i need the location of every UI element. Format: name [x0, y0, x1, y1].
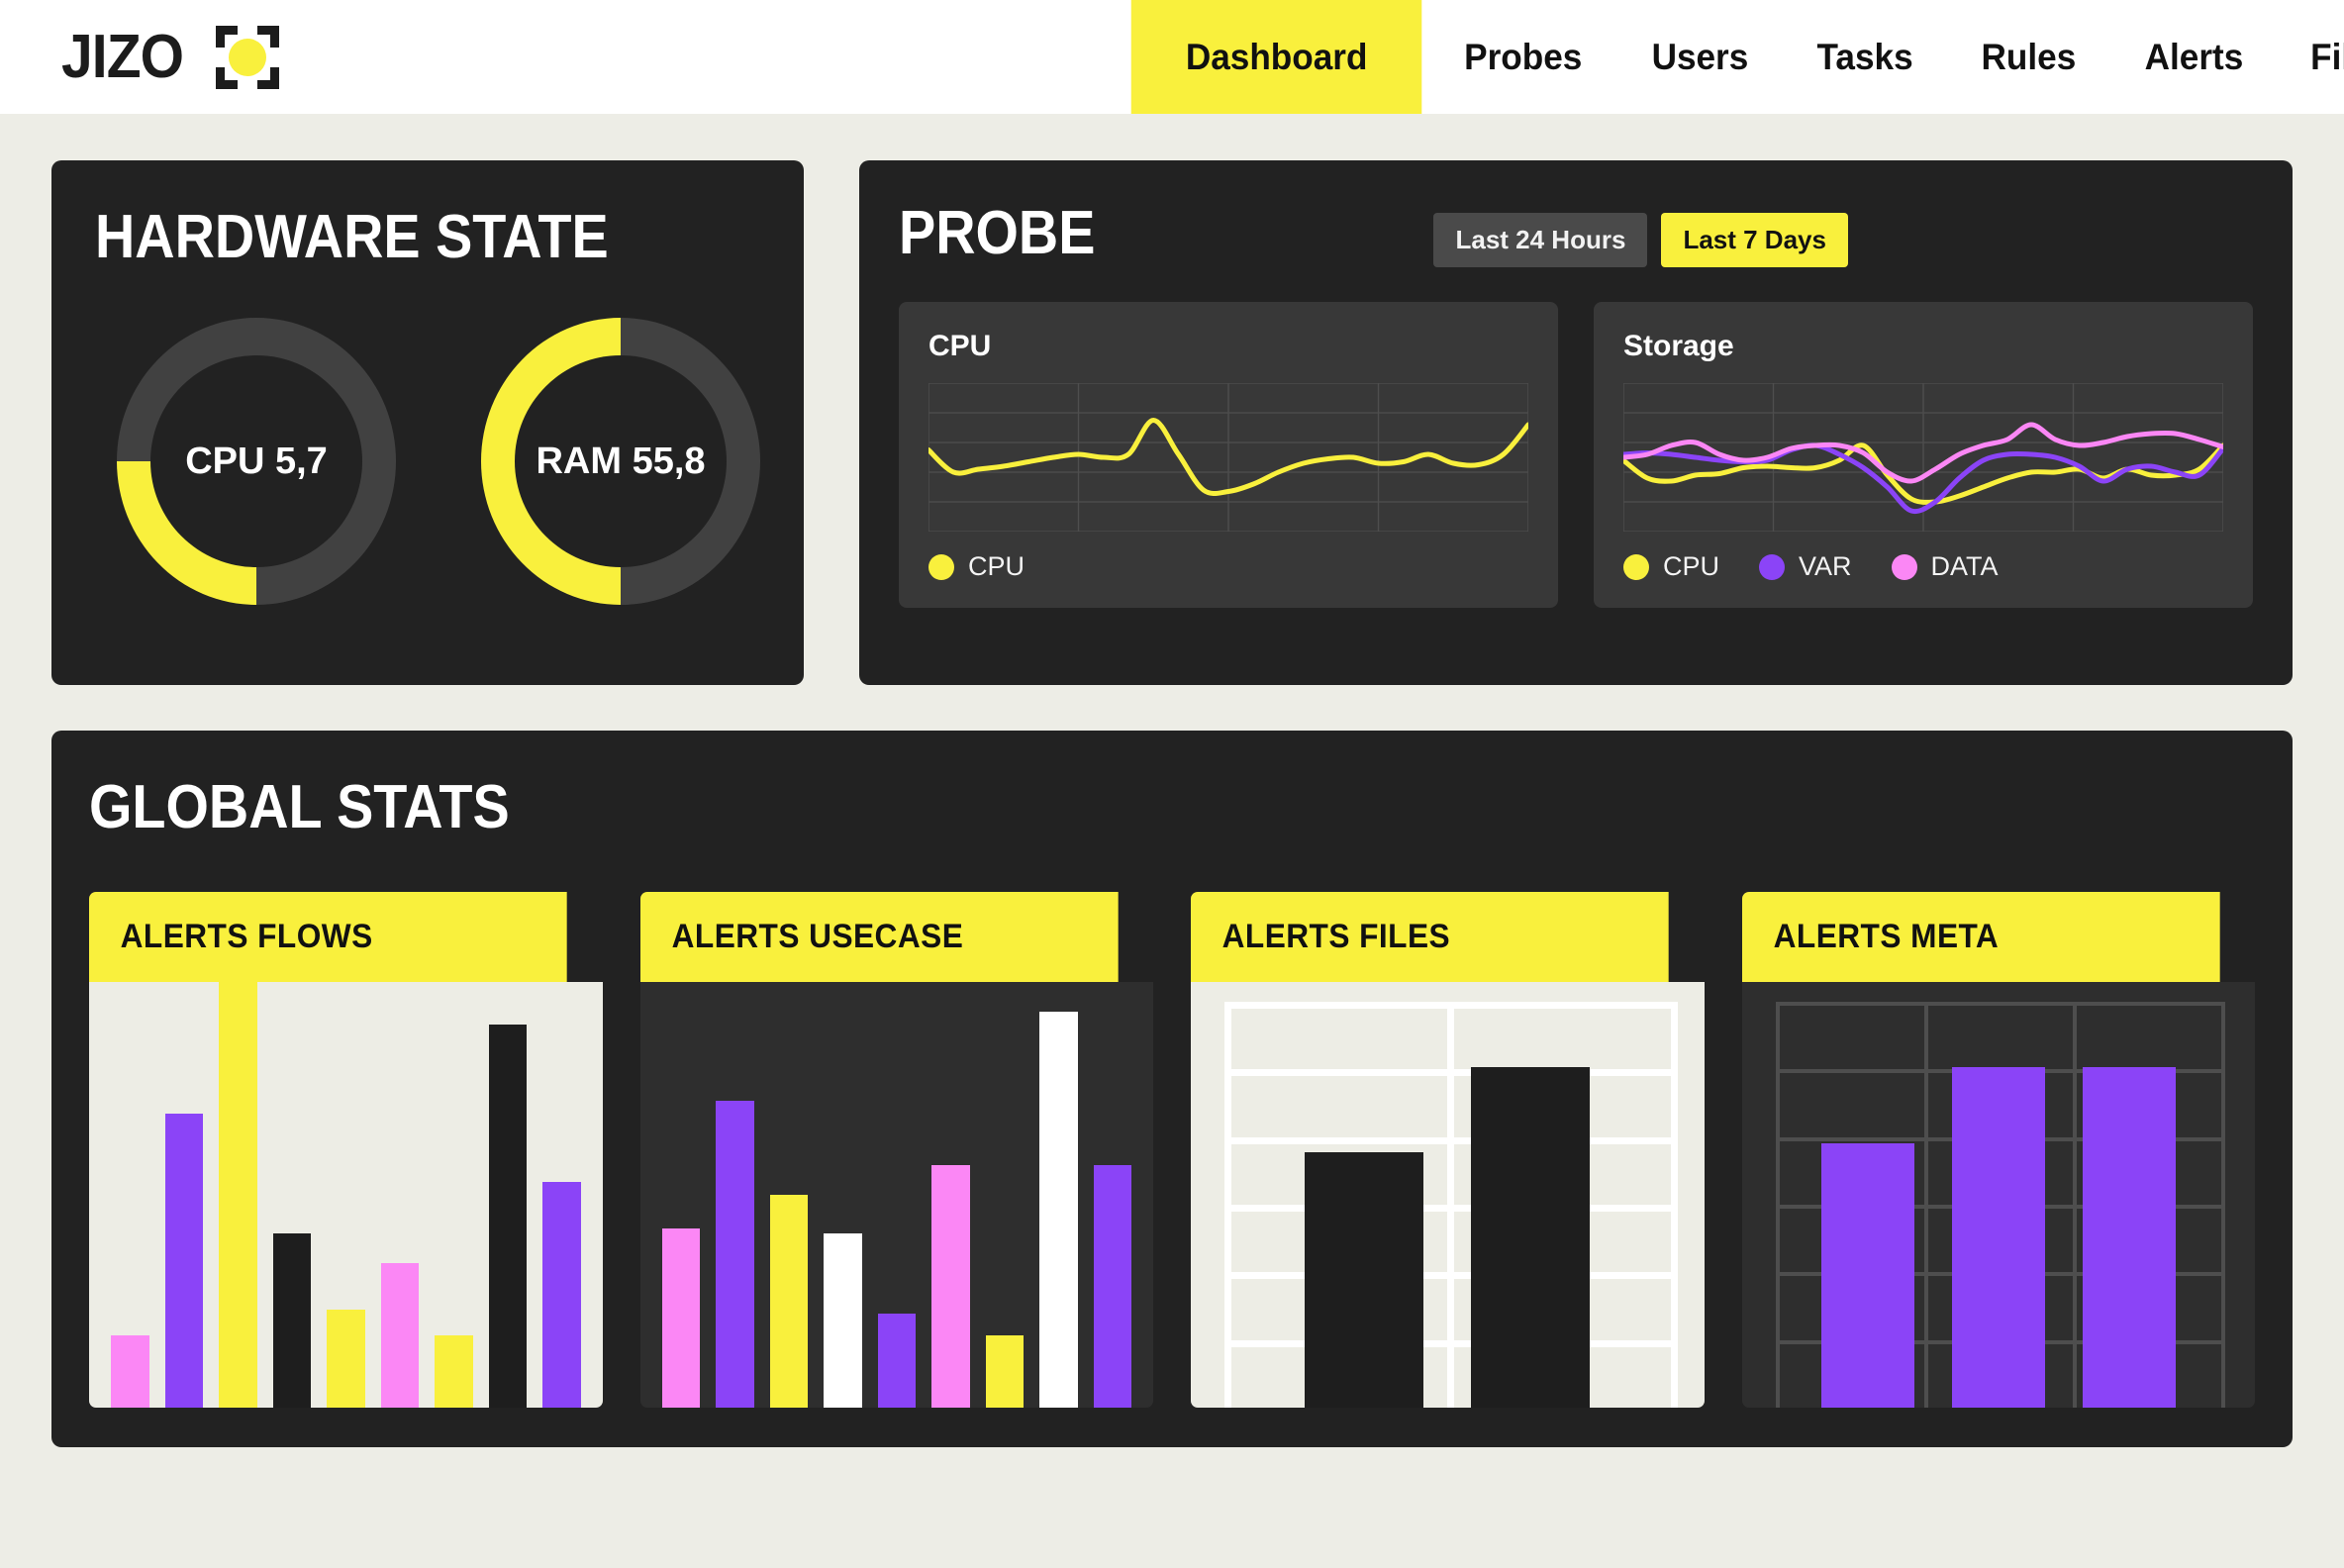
brand-logo[interactable]: JIZO [0, 22, 279, 92]
bar [219, 982, 257, 1408]
nav-item-alerts[interactable]: Alerts [2114, 0, 2273, 114]
storage-line-plot [1623, 383, 2223, 532]
top-navigation-bar: JIZO Dashboard Probes Users Tasks Rules … [0, 0, 2344, 114]
legend-label-var: VAR [1799, 551, 1852, 581]
alerts-meta-card[interactable]: ALERTS META [1741, 892, 2256, 1408]
nav-item-dashboard[interactable]: Dashboard [1130, 0, 1422, 114]
range-button-last-7-days[interactable]: Last 7 Days [1661, 213, 1848, 267]
probe-charts: CPU CPU Storage CPU VAR DATA [899, 302, 2253, 608]
cpu-chart-legend: CPU [928, 551, 1528, 582]
cpu-gauge-label: CPU 5,7 [185, 440, 328, 482]
bar-group [89, 982, 603, 1408]
gauge-group: CPU 5,7 RAM 55,8 [95, 318, 760, 605]
alerts-usecase-chart [639, 982, 1154, 1408]
bar [1305, 1152, 1424, 1408]
legend-dot-data-icon [1891, 553, 1917, 580]
bar [824, 1232, 862, 1408]
hardware-state-title: HARDWARE STATE [95, 203, 609, 271]
alerts-usecase-card-title: ALERTS USECASE [639, 892, 1118, 982]
nav-item-rules[interactable]: Rules [1951, 0, 2106, 114]
bar [2082, 1067, 2176, 1408]
legend-item-var[interactable]: VAR [1759, 551, 1852, 582]
alerts-flows-card[interactable]: ALERTS FLOWS [89, 892, 603, 1408]
nav-item-probes[interactable]: Probes [1434, 0, 1612, 114]
alerts-files-card-title: ALERTS FILES [1191, 892, 1669, 982]
probe-title: PROBE [899, 199, 1096, 267]
nav-item-files[interactable]: Files [2281, 0, 2344, 114]
bar [327, 1310, 365, 1408]
bar [985, 1334, 1024, 1408]
bar [1820, 1143, 1914, 1408]
alerts-files-card[interactable]: ALERTS FILES [1191, 892, 1705, 1408]
probe-panel: PROBE Last 24 Hours Last 7 Days CPU CPU [859, 160, 2293, 685]
bar-group [1191, 982, 1705, 1408]
bar [435, 1334, 473, 1408]
viewfinder-dot-icon [215, 25, 279, 89]
global-stats-cards: ALERTS FLOWS ALERTS USECASE ALERTS FILES [89, 892, 2255, 1408]
bar [716, 1101, 754, 1408]
bar [488, 1025, 527, 1408]
ram-gauge: RAM 55,8 [481, 318, 760, 605]
storage-chart-legend: CPU VAR DATA [1623, 551, 2223, 582]
global-stats-title: GLOBAL STATS [89, 773, 510, 841]
bar-group [1742, 982, 2256, 1408]
legend-dot-cpu-icon [1623, 553, 1649, 580]
alerts-files-chart [1191, 982, 1705, 1408]
nav-item-users[interactable]: Users [1621, 0, 1779, 114]
nav-item-tasks[interactable]: Tasks [1787, 0, 1943, 114]
storage-line-chart-card: Storage CPU VAR DATA [1594, 302, 2253, 608]
bar [111, 1334, 149, 1408]
legend-item-cpu[interactable]: CPU [928, 551, 1025, 582]
bar [769, 1195, 808, 1408]
range-button-last-24-hours[interactable]: Last 24 Hours [1433, 213, 1648, 267]
bar [1093, 1164, 1131, 1408]
probe-header: PROBE Last 24 Hours Last 7 Days [899, 198, 2253, 268]
legend-label-cpu: CPU [1663, 551, 1720, 581]
alerts-meta-card-title: ALERTS META [1741, 892, 2219, 982]
legend-item-data[interactable]: DATA [1891, 551, 1999, 582]
main-nav: Dashboard Probes Users Tasks Rules Alert… [1123, 0, 2344, 114]
cpu-line-chart-card: CPU CPU [899, 302, 1558, 608]
probe-range-toggle: Last 24 Hours Last 7 Days [1433, 213, 1848, 267]
legend-label-cpu: CPU [968, 551, 1026, 581]
storage-line-chart-title: Storage [1623, 330, 1734, 362]
bar [164, 1114, 203, 1408]
cpu-line-chart-title: CPU [928, 330, 992, 362]
brand-wordmark: JIZO [61, 23, 184, 91]
bar [1951, 1067, 2045, 1408]
bar [877, 1314, 916, 1408]
legend-item-cpu[interactable]: CPU [1623, 551, 1719, 582]
bar [1471, 1067, 1591, 1408]
hardware-state-panel: HARDWARE STATE CPU 5,7 RAM 55,8 [51, 160, 804, 685]
global-stats-panel: GLOBAL STATS ALERTS FLOWS ALERTS USECASE… [51, 731, 2293, 1447]
top-row: HARDWARE STATE CPU 5,7 RAM 55,8 PROBE La… [51, 160, 2293, 685]
alerts-flows-card-title: ALERTS FLOWS [89, 892, 567, 982]
page-body: HARDWARE STATE CPU 5,7 RAM 55,8 PROBE La… [0, 160, 2344, 1447]
legend-dot-var-icon [1759, 553, 1786, 580]
bar [380, 1262, 419, 1408]
legend-label-data: DATA [1930, 551, 1999, 581]
bar-group [640, 982, 1154, 1408]
bar [1039, 1012, 1078, 1408]
cpu-line-plot [928, 383, 1528, 532]
alerts-meta-chart [1741, 982, 2256, 1408]
ram-gauge-label: RAM 55,8 [536, 440, 706, 482]
cpu-gauge: CPU 5,7 [117, 318, 396, 605]
alerts-flows-chart [89, 982, 603, 1408]
alerts-usecase-card[interactable]: ALERTS USECASE [639, 892, 1154, 1408]
bar [931, 1164, 970, 1408]
bar [542, 1182, 581, 1408]
bar [272, 1232, 311, 1408]
bar [661, 1228, 700, 1408]
legend-dot-cpu-icon [928, 553, 954, 580]
